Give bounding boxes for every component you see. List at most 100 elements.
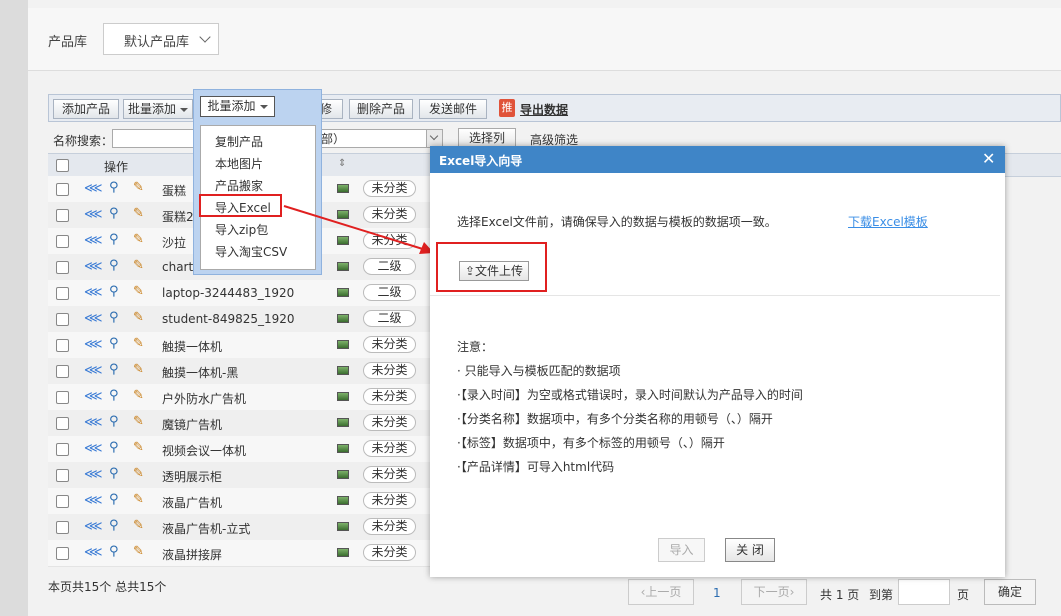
category-badge[interactable]: 未分类	[363, 362, 416, 379]
product-name[interactable]: 液晶广告机	[162, 494, 332, 511]
search-icon[interactable]: ⚲	[109, 180, 119, 195]
share-icon[interactable]: ⋘	[84, 389, 103, 404]
menu-item-import-taobao-csv[interactable]: 导入淘宝CSV	[215, 243, 287, 260]
choose-columns-button[interactable]: 选择列	[458, 128, 516, 148]
share-icon[interactable]: ⋘	[84, 259, 103, 274]
delete-product-button[interactable]: 删除产品	[349, 99, 413, 119]
category-badge[interactable]: 二级	[363, 310, 416, 327]
search-icon[interactable]: ⚲	[109, 414, 119, 429]
category-badge[interactable]: 未分类	[363, 440, 416, 457]
edit-icon[interactable]: ✎	[133, 206, 144, 221]
search-icon[interactable]: ⚲	[109, 518, 119, 533]
share-icon[interactable]: ⋘	[84, 415, 103, 430]
edit-icon[interactable]: ✎	[133, 492, 144, 507]
product-name[interactable]: 透明展示柜	[162, 468, 332, 485]
product-name[interactable]: student-849825_1920	[162, 312, 332, 326]
batch-add-active-button[interactable]: 批量添加	[200, 96, 275, 117]
category-badge[interactable]: 二级	[363, 284, 416, 301]
row-checkbox[interactable]	[56, 417, 69, 430]
download-template-link[interactable]: 下载Excel模板	[848, 213, 928, 230]
batch-add-button[interactable]: 批量添加	[123, 99, 193, 119]
product-name[interactable]: laptop-3244483_1920	[162, 286, 332, 300]
row-checkbox[interactable]	[56, 495, 69, 508]
search-icon[interactable]: ⚲	[109, 440, 119, 455]
row-checkbox[interactable]	[56, 235, 69, 248]
menu-item-copy-product[interactable]: 复制产品	[215, 133, 263, 150]
share-icon[interactable]: ⋘	[84, 467, 103, 482]
import-button[interactable]: 导入	[658, 538, 705, 562]
close-icon[interactable]: ✕	[982, 149, 995, 168]
edit-icon[interactable]: ✎	[133, 336, 144, 351]
share-icon[interactable]: ⋘	[84, 207, 103, 222]
row-checkbox[interactable]	[56, 209, 69, 222]
row-checkbox[interactable]	[56, 547, 69, 560]
row-checkbox[interactable]	[56, 261, 69, 274]
edit-icon[interactable]: ✎	[133, 466, 144, 481]
edit-icon[interactable]: ✎	[133, 518, 144, 533]
menu-item-move-product[interactable]: 产品搬家	[215, 177, 263, 194]
edit-icon[interactable]: ✎	[133, 310, 144, 325]
goto-confirm-button[interactable]: 确定	[984, 579, 1036, 605]
product-name[interactable]: 户外防水广告机	[162, 390, 332, 407]
product-name[interactable]: 视频会议一体机	[162, 442, 332, 459]
share-icon[interactable]: ⋘	[84, 311, 103, 326]
menu-item-import-zip[interactable]: 导入zip包	[215, 221, 268, 238]
share-icon[interactable]: ⋘	[84, 545, 103, 560]
search-icon[interactable]: ⚲	[109, 310, 119, 325]
share-icon[interactable]: ⋘	[84, 181, 103, 196]
category-badge[interactable]: 未分类	[363, 180, 416, 197]
row-checkbox[interactable]	[56, 339, 69, 352]
row-checkbox[interactable]	[56, 521, 69, 534]
search-icon[interactable]: ⚲	[109, 362, 119, 377]
next-page-button[interactable]: 下一页›	[741, 579, 807, 605]
category-badge[interactable]: 未分类	[363, 518, 416, 535]
category-badge[interactable]: 未分类	[363, 388, 416, 405]
edit-icon[interactable]: ✎	[133, 388, 144, 403]
share-icon[interactable]: ⋘	[84, 363, 103, 378]
product-name[interactable]: 触摸一体机	[162, 338, 332, 355]
search-icon[interactable]: ⚲	[109, 232, 119, 247]
share-icon[interactable]: ⋘	[84, 519, 103, 534]
select-all-checkbox[interactable]	[56, 159, 69, 172]
file-upload-button[interactable]: ⇪文件上传	[459, 261, 529, 281]
share-icon[interactable]: ⋘	[84, 285, 103, 300]
share-icon[interactable]: ⋘	[84, 441, 103, 456]
row-checkbox[interactable]	[56, 287, 69, 300]
product-name[interactable]: 触摸一体机-黑	[162, 364, 332, 381]
search-icon[interactable]: ⚲	[109, 492, 119, 507]
category-badge[interactable]: 未分类	[363, 336, 416, 353]
current-page-number[interactable]: 1	[713, 586, 721, 600]
category-badge[interactable]: 未分类	[363, 492, 416, 509]
row-checkbox[interactable]	[56, 443, 69, 456]
sort-icon[interactable]: ⇕	[338, 158, 346, 169]
product-name[interactable]: 魔镜广告机	[162, 416, 332, 433]
send-email-button[interactable]: 发送邮件	[419, 99, 487, 119]
search-icon[interactable]: ⚲	[109, 388, 119, 403]
search-icon[interactable]: ⚲	[109, 466, 119, 481]
edit-icon[interactable]: ✎	[133, 544, 144, 559]
share-icon[interactable]: ⋘	[84, 493, 103, 508]
export-data-link[interactable]: 导出数据	[520, 101, 568, 118]
close-button[interactable]: 关 闭	[725, 538, 775, 562]
share-icon[interactable]: ⋘	[84, 233, 103, 248]
category-badge[interactable]: 未分类	[363, 466, 416, 483]
row-checkbox[interactable]	[56, 183, 69, 196]
product-name[interactable]: 液晶广告机-立式	[162, 520, 332, 537]
edit-icon[interactable]: ✎	[133, 440, 144, 455]
edit-icon[interactable]: ✎	[133, 414, 144, 429]
share-icon[interactable]: ⋘	[84, 337, 103, 352]
search-icon[interactable]: ⚲	[109, 544, 119, 559]
menu-item-local-image[interactable]: 本地图片	[215, 155, 263, 172]
product-name[interactable]: 液晶拼接屏	[162, 546, 332, 563]
search-icon[interactable]: ⚲	[109, 206, 119, 221]
library-select[interactable]: 默认产品库	[103, 23, 219, 55]
edit-icon[interactable]: ✎	[133, 284, 144, 299]
edit-icon[interactable]: ✎	[133, 362, 144, 377]
prev-page-button[interactable]: ‹上一页	[628, 579, 694, 605]
row-checkbox[interactable]	[56, 469, 69, 482]
row-checkbox[interactable]	[56, 391, 69, 404]
category-badge[interactable]: 未分类	[363, 544, 416, 561]
search-icon[interactable]: ⚲	[109, 258, 119, 273]
category-badge[interactable]: 二级	[363, 258, 416, 275]
category-badge[interactable]: 未分类	[363, 414, 416, 431]
